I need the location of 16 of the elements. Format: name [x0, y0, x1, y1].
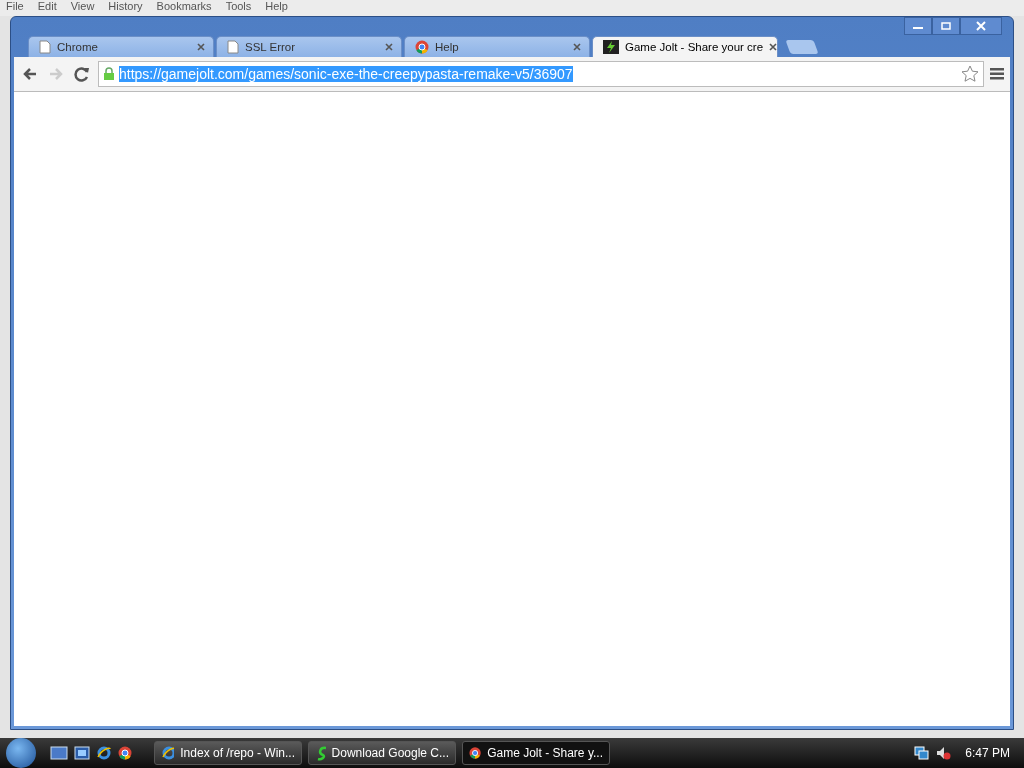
clock[interactable]: 6:47 PM: [957, 746, 1018, 760]
browser-tab[interactable]: SSL Error: [216, 36, 402, 57]
browser-tab[interactable]: Help: [404, 36, 590, 57]
menu-item[interactable]: View: [70, 0, 95, 13]
taskbar-button[interactable]: Game Jolt - Share y...: [462, 741, 610, 765]
menu-item[interactable]: Tools: [225, 0, 252, 13]
menu-item[interactable]: Edit: [37, 0, 57, 13]
menu-item[interactable]: History: [108, 0, 143, 13]
taskbar-button[interactable]: Index of /repo - Win...: [154, 741, 302, 765]
browser-tab[interactable]: Chrome: [28, 36, 214, 57]
menu-item[interactable]: Bookmarks: [156, 0, 212, 13]
browser-tab[interactable]: Game Jolt - Share your cre: [592, 36, 778, 57]
taskbar-button[interactable]: Download Google C...: [308, 741, 456, 765]
menu-item[interactable]: Help: [265, 0, 288, 13]
menu-item[interactable]: File: [6, 0, 24, 13]
url-text: https://gamejolt.com/games/sonic-exe-the-creepypasta-remake-v5/36907: [119, 66, 573, 82]
